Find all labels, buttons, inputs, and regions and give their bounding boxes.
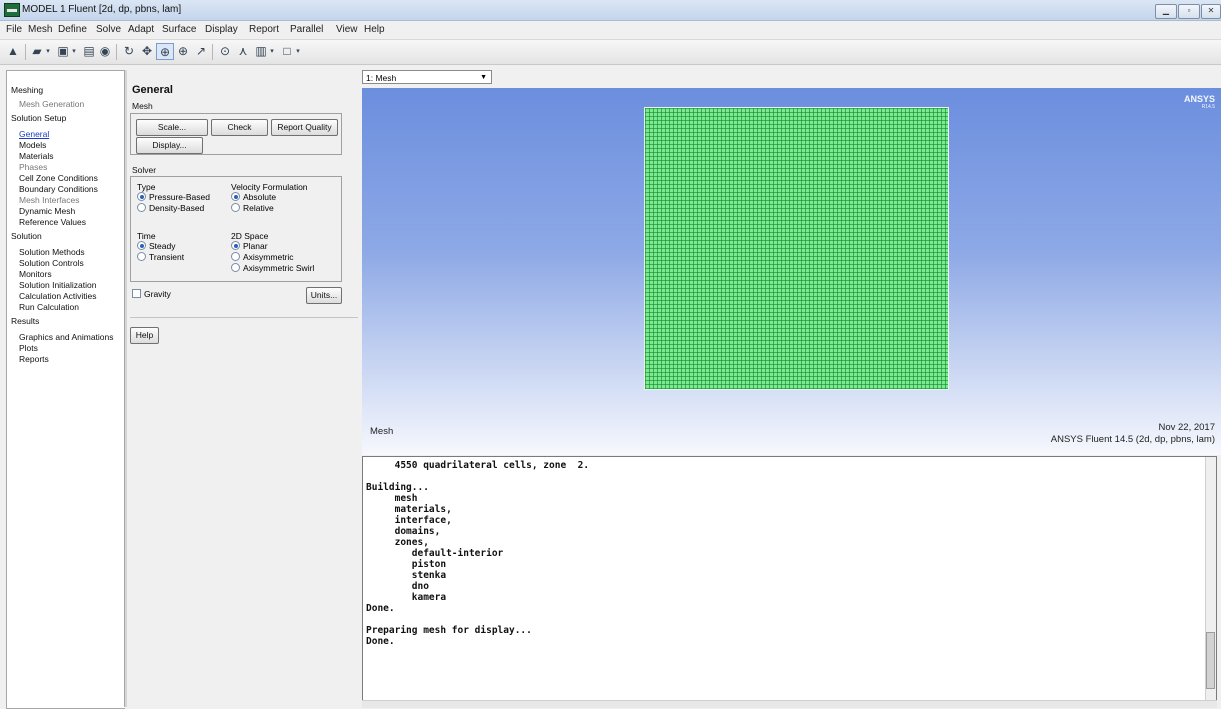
planar-radio[interactable]: Planar	[231, 241, 268, 251]
minimize-button[interactable]: ▁	[1155, 4, 1177, 19]
tree-item-materials[interactable]: Materials	[19, 151, 53, 161]
type-label: Type	[137, 182, 156, 192]
tree-item-plots[interactable]: Plots	[19, 343, 38, 353]
fluent-app-icon	[4, 3, 20, 17]
tree-item-mesh-interfaces[interactable]: Mesh Interfaces	[19, 195, 79, 205]
check-button[interactable]: Check	[211, 119, 268, 136]
menu-mesh[interactable]: Mesh	[28, 24, 52, 35]
panel-title: General	[132, 84, 173, 96]
menu-parallel[interactable]: Parallel	[290, 24, 323, 35]
zoom-box-icon[interactable]: ⊕	[156, 43, 174, 60]
graphics-caption: Mesh	[370, 426, 394, 437]
toolbar-separator	[212, 44, 213, 60]
display-button[interactable]: Display...	[136, 137, 203, 154]
axisymmetric-swirl-radio[interactable]: Axisymmetric Swirl	[231, 263, 314, 273]
solver-group: Type Pressure-Based Density-Based Veloci…	[130, 176, 342, 282]
probe-icon[interactable]: ↗	[192, 43, 210, 60]
home-icon[interactable]: ▲	[4, 43, 22, 60]
scale-button[interactable]: Scale...	[136, 119, 208, 136]
close-button[interactable]: ✕	[1201, 4, 1221, 19]
axisymmetric-radio[interactable]: Axisymmetric	[231, 252, 294, 262]
tree-item-phases[interactable]: Phases	[19, 162, 47, 172]
tree-item-cell-zone-conditions[interactable]: Cell Zone Conditions	[19, 173, 98, 183]
rotate-icon[interactable]: ↻	[120, 43, 138, 60]
tree-item-boundary-conditions[interactable]: Boundary Conditions	[19, 184, 98, 194]
fit-to-window-icon[interactable]: ⊙	[216, 43, 234, 60]
zoom-in-icon[interactable]: ⊕	[174, 43, 192, 60]
menu-file[interactable]: File	[6, 24, 22, 35]
tree-item-monitors[interactable]: Monitors	[19, 269, 52, 279]
layout-dropdown-icon[interactable]: ▾	[268, 43, 276, 60]
steady-radio[interactable]: Steady	[137, 241, 175, 251]
menu-define[interactable]: Define	[58, 24, 87, 35]
toolbar-separator	[25, 44, 26, 60]
menu-bar: File Mesh Define Solve Adapt Surface Dis…	[0, 21, 1221, 40]
tree-item-results[interactable]: Results	[11, 316, 39, 326]
absolute-radio[interactable]: Absolute	[231, 192, 276, 202]
graphics-viewport[interactable]: ANSYS R14.5 Mesh Nov 22, 2017 ANSYS Flue…	[362, 88, 1221, 455]
menu-surface[interactable]: Surface	[162, 24, 196, 35]
report-quality-button[interactable]: Report Quality	[271, 119, 338, 136]
toolbar: ▲ ▰ ▾ ▣ ▾ ▤ ◉ ↻ ✥ ⊕ ⊕ ↗ ⊙ ⋏ ▥ ▾ □ ▾	[0, 40, 1221, 65]
menu-solve[interactable]: Solve	[96, 24, 121, 35]
mesh-group: Scale... Check Report Quality Display...	[130, 113, 342, 155]
chevron-down-icon: ▼	[480, 74, 487, 81]
solver-section-label: Solver	[132, 165, 157, 175]
pan-icon[interactable]: ✥	[138, 43, 156, 60]
tree-item-solution-controls[interactable]: Solution Controls	[19, 258, 84, 268]
ansys-logo: ANSYS R14.5	[1183, 94, 1215, 110]
console-scrollbar[interactable]	[1205, 457, 1216, 706]
window-title: MODEL 1 Fluent [2d, dp, pbns, lam]	[22, 4, 182, 15]
axes-icon[interactable]: ⋏	[234, 43, 252, 60]
maximize-button[interactable]: ▫	[1178, 4, 1200, 19]
time-label: Time	[137, 231, 156, 241]
console-output[interactable]: 4550 quadrilateral cells, zone 2. Buildi…	[362, 456, 1217, 707]
menu-report[interactable]: Report	[249, 24, 279, 35]
pressure-based-radio[interactable]: Pressure-Based	[137, 192, 210, 202]
relative-radio[interactable]: Relative	[231, 203, 274, 213]
mesh-grid	[644, 107, 949, 390]
help-button[interactable]: Help	[130, 327, 159, 344]
tree-item-calculation-activities[interactable]: Calculation Activities	[19, 291, 96, 301]
tree-item-solution[interactable]: Solution	[11, 231, 42, 241]
menu-adapt[interactable]: Adapt	[128, 24, 154, 35]
tree-item-general[interactable]: General	[19, 129, 49, 139]
console-text: 4550 quadrilateral cells, zone 2. Buildi…	[366, 460, 590, 647]
tree-item-reports[interactable]: Reports	[19, 354, 49, 364]
transient-radio[interactable]: Transient	[137, 252, 184, 262]
tree-item-solution-methods[interactable]: Solution Methods	[19, 247, 85, 257]
gravity-checkbox[interactable]: Gravity	[132, 289, 171, 299]
graphics-date: Nov 22, 2017	[1158, 422, 1215, 433]
units-button[interactable]: Units...	[306, 287, 342, 304]
tree-item-graphics-and-animations[interactable]: Graphics and Animations	[19, 332, 114, 342]
graphics-window-selector[interactable]: 1: Mesh ▼	[362, 70, 492, 84]
window-dropdown-icon[interactable]: ▾	[294, 43, 302, 60]
density-based-radio[interactable]: Density-Based	[137, 203, 204, 213]
2d-space-label: 2D Space	[231, 231, 269, 241]
save-dropdown-icon[interactable]: ▾	[70, 43, 78, 60]
help-icon[interactable]: ◉	[96, 43, 114, 60]
console-scroll-thumb[interactable]	[1206, 632, 1215, 689]
mesh-section-label: Mesh	[132, 101, 153, 111]
menu-help[interactable]: Help	[364, 24, 385, 35]
general-task-panel: General Mesh Scale... Check Report Quali…	[127, 70, 360, 707]
graphics-version: ANSYS Fluent 14.5 (2d, dp, pbns, lam)	[1050, 434, 1215, 445]
menu-display[interactable]: Display	[205, 24, 238, 35]
toolbar-separator	[116, 44, 117, 60]
open-dropdown-icon[interactable]: ▾	[44, 43, 52, 60]
tree-item-reference-values[interactable]: Reference Values	[19, 217, 86, 227]
velocity-formulation-label: Velocity Formulation	[231, 182, 308, 192]
navigation-tree: Meshing Mesh Generation Solution Setup G…	[6, 70, 125, 709]
tree-item-meshing[interactable]: Meshing	[11, 85, 43, 95]
tree-item-models[interactable]: Models	[19, 140, 46, 150]
tree-item-dynamic-mesh[interactable]: Dynamic Mesh	[19, 206, 75, 216]
tree-item-solution-setup[interactable]: Solution Setup	[11, 113, 66, 123]
tree-item-mesh-generation[interactable]: Mesh Generation	[19, 99, 84, 109]
panel-divider	[130, 317, 358, 318]
tree-item-run-calculation[interactable]: Run Calculation	[19, 302, 79, 312]
title-bar: MODEL 1 Fluent [2d, dp, pbns, lam] ▁ ▫ ✕	[0, 0, 1221, 21]
menu-view[interactable]: View	[336, 24, 358, 35]
tree-item-solution-initialization[interactable]: Solution Initialization	[19, 280, 97, 290]
